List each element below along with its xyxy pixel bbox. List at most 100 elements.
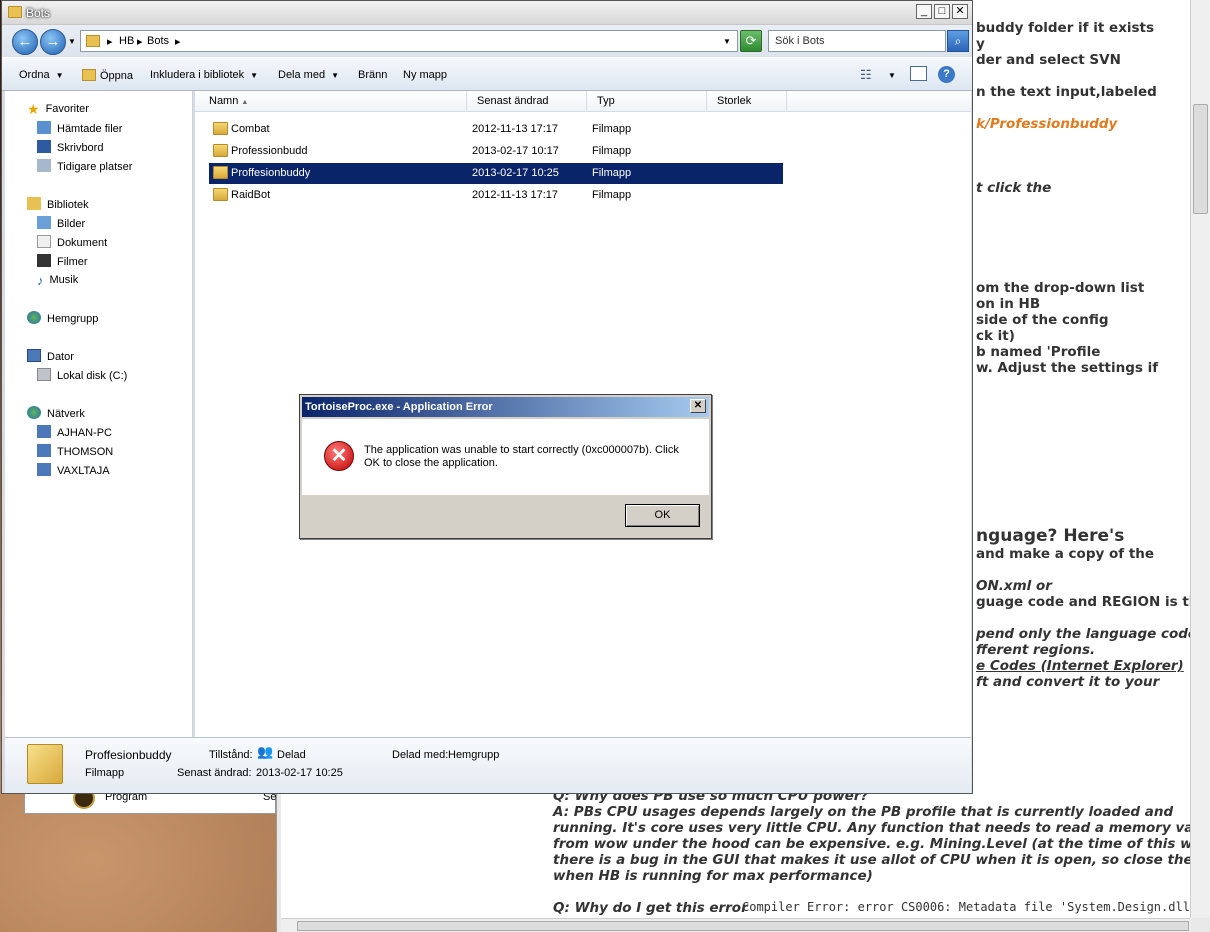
table-row[interactable]: Combat 2012-11-13 17:17 Filmapp [209,119,783,140]
file-modified: 2012-11-13 17:17 [472,123,559,135]
nav-videos[interactable]: Filmer [37,254,88,268]
breadcrumb-separator-icon[interactable]: ▸ [137,35,143,48]
computer-icon [37,425,51,438]
browser-text-line: om the drop-down list [976,280,1145,296]
include-in-library-button[interactable]: Inkludera i bibliotek ▼ [150,69,258,81]
browser-text-line: there is a bug in the GUI that makes it … [553,852,1210,868]
minimize-button[interactable]: _ [916,4,932,19]
browser-horizontal-scrollbar[interactable] [281,918,1190,932]
file-name: Proffesionbuddy [231,167,311,179]
browser-text-line: ON.xml or [976,578,1052,594]
browser-text-line: side of the config [976,312,1109,328]
open-button[interactable]: Öppna [82,69,133,82]
dialog-title: TortoiseProc.exe - Application Error [305,401,493,413]
maximize-button[interactable]: □ [934,4,950,19]
details-pane: Proffesionbuddy Filmapp Tillstånd: 👥 Del… [5,737,971,793]
breadcrumb-bots[interactable]: Bots [147,35,169,47]
breadcrumb-hb[interactable]: HB [119,35,134,47]
desktop-icon [37,140,51,153]
nav-computer[interactable]: Dator [27,349,74,363]
browser-scroll-thumb[interactable] [1193,104,1208,214]
nav-music[interactable]: ♪ Musik [37,273,78,288]
computer-icon [37,444,51,457]
column-modified[interactable]: Senast ändrad [467,91,587,112]
file-type: Filmapp [592,189,632,201]
refresh-icon[interactable]: ⟳ [740,30,762,52]
forward-icon[interactable]: → [40,29,66,55]
view-dropdown-icon[interactable]: ▼ [888,71,896,80]
search-icon[interactable]: ⌕ [947,30,969,52]
nav-network[interactable]: Nätverk [27,406,85,420]
music-icon: ♪ [37,273,44,288]
help-icon[interactable]: ? [938,66,955,83]
share-with-button[interactable]: Dela med ▼ [278,69,339,81]
burn-button[interactable]: Bränn [358,69,387,81]
explorer-titlebar[interactable]: Bots _ □ ✕ [2,1,972,25]
nav-network-label: Nätverk [47,408,85,420]
close-button[interactable]: ✕ [952,4,968,19]
browser-text-line: buddy folder if it exists [976,20,1155,36]
table-row[interactable]: Professionbudd 2013-02-17 10:17 Filmapp [209,141,783,162]
browser-text-line: fferent regions. [976,642,1096,658]
back-icon[interactable]: ← [12,29,38,55]
address-dropdown-icon[interactable]: ▼ [723,37,731,46]
details-shared-value: Hemgrupp [448,749,500,761]
nav-documents[interactable]: Dokument [37,235,107,249]
nav-videos-label: Filmer [57,256,88,268]
ok-button[interactable]: OK [625,504,700,527]
nav-net2-label: THOMSON [57,446,114,458]
folder-icon [27,744,63,784]
preview-pane-icon[interactable] [910,66,927,81]
computer-icon [27,349,41,362]
nav-homegroup[interactable]: Hemgrupp [27,311,98,325]
breadcrumb-separator-icon[interactable]: ▸ [175,35,181,48]
browser-text-line: t click the [976,180,1052,196]
table-row[interactable]: Proffesionbuddy 2013-02-17 10:25 Filmapp [209,163,783,184]
folder-icon [213,166,228,179]
view-options-icon[interactable]: ☷ [860,67,872,83]
new-folder-button[interactable]: Ny mapp [403,69,447,81]
browser-text-line: ft and convert it to your [976,674,1160,690]
navigation-pane: ★ Favoriter Hämtade filer Skrivbord Tidig… [5,91,193,737]
file-name: Combat [231,123,270,135]
dialog-titlebar[interactable]: TortoiseProc.exe - Application Error ✕ [302,397,709,417]
nav-network-computer[interactable]: VAXLTAJA [37,463,110,477]
nav-desktop[interactable]: Skrivbord [37,140,103,154]
breadcrumb-separator-icon[interactable]: ▸ [107,35,113,48]
error-icon: ✕ [324,441,354,471]
address-bar[interactable]: ▸ HB ▸ Bots ▸ ▼ [80,30,738,52]
file-name: RaidBot [231,189,271,201]
computer-icon [37,463,51,476]
column-size[interactable]: Storlek [707,91,787,112]
nav-pictures[interactable]: Bilder [37,216,85,230]
table-row[interactable]: RaidBot 2012-11-13 17:17 Filmapp [209,185,783,206]
organize-button[interactable]: Ordna ▼ [19,69,64,81]
nav-recent[interactable]: Tidigare platser [37,159,132,173]
nav-network-computer[interactable]: AJHAN-PC [37,425,112,439]
browser-text-line: nguage? Here's [976,526,1125,546]
nav-favorites[interactable]: ★ Favoriter [27,101,89,117]
browser-text-line: on in HB [976,296,1041,312]
browser-text-line: and make a copy of the [976,546,1155,562]
nav-network-computer[interactable]: THOMSON [37,444,113,458]
search-input[interactable]: Sök i Bots [768,30,946,52]
details-state-value: Delad [277,749,306,761]
browser-hscroll-thumb[interactable] [297,921,1189,931]
close-icon[interactable]: ✕ [690,399,706,413]
history-dropdown-icon[interactable]: ▼ [68,37,76,46]
dialog-body: ✕ The application was unable to start co… [302,419,709,495]
organize-label: Ordna [19,69,50,81]
nav-local-disk[interactable]: Lokal disk (C:) [37,368,127,382]
nav-favorites-label: Favoriter [45,103,89,115]
column-type[interactable]: Typ [587,91,707,112]
file-type: Filmapp [592,145,632,157]
column-name[interactable]: Namn ▲ [199,91,467,112]
open-icon [82,69,96,81]
nav-libraries[interactable]: Bibliotek [27,197,89,211]
recent-places-icon [37,159,51,172]
browser-text-line: der and select SVN [976,52,1121,68]
nav-downloads[interactable]: Hämtade filer [37,121,122,135]
file-name: Professionbudd [231,145,308,157]
browser-text-line: y [976,36,985,52]
browser-vertical-scrollbar[interactable] [1190,0,1210,918]
